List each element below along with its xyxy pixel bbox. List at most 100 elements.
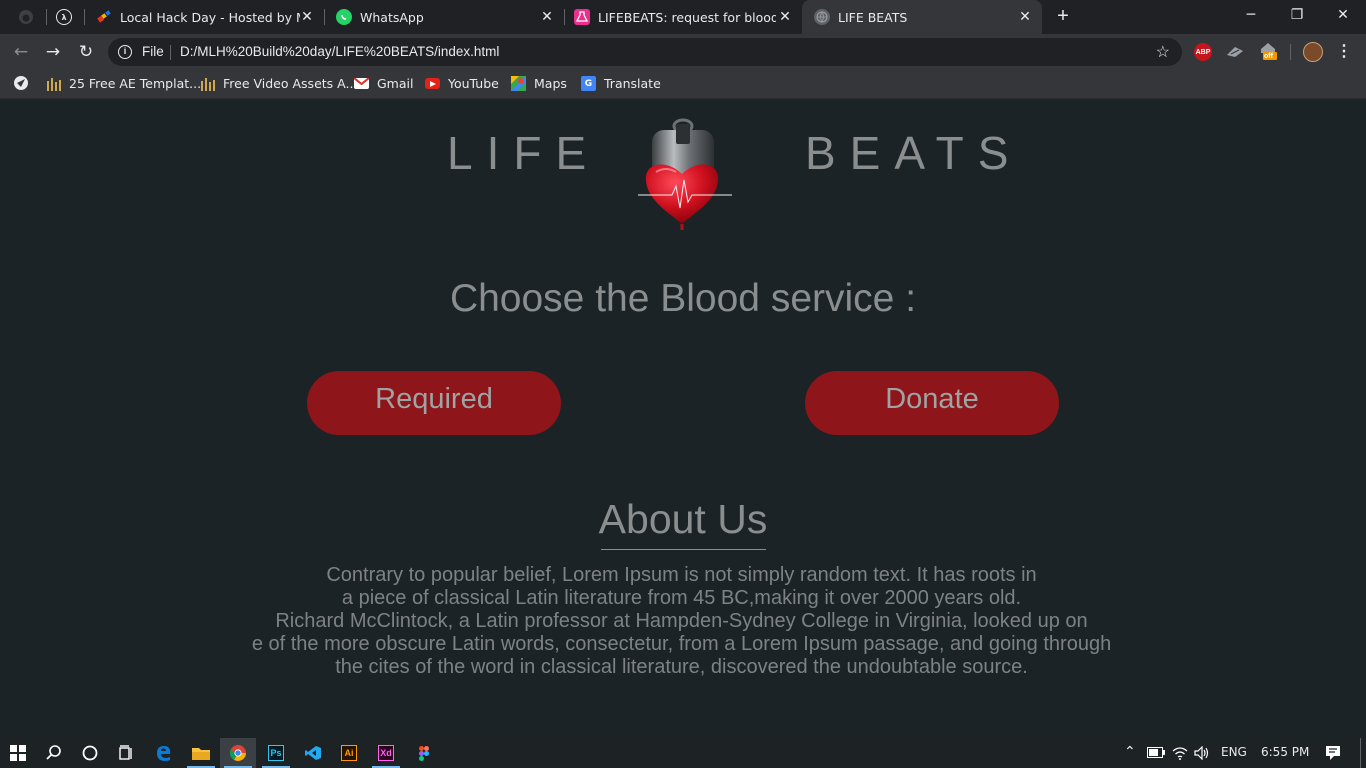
close-icon[interactable]: ✕: [540, 10, 554, 24]
restore-button[interactable]: ❐: [1274, 0, 1320, 30]
chrome-icon[interactable]: [220, 738, 256, 768]
minimize-button[interactable]: ─: [1228, 0, 1274, 30]
blood-bag-heart-logo: [638, 116, 734, 232]
lambda-icon: λ: [56, 9, 72, 25]
bookmark-star-icon[interactable]: ☆: [1156, 42, 1170, 62]
tab-separator: [324, 9, 325, 25]
back-button[interactable]: ←: [10, 41, 32, 63]
wifi-icon[interactable]: [1172, 746, 1188, 763]
reload-button[interactable]: ↻: [75, 41, 97, 63]
tab-title: WhatsApp: [360, 9, 424, 25]
profile-avatar[interactable]: [1303, 42, 1323, 62]
about-line: Richard McClintock, a Latin professor at…: [275, 610, 1088, 632]
bookmark-gmail[interactable]: Gmail: [354, 76, 413, 91]
tab-title: LIFE BEATS: [838, 9, 908, 25]
photoshop-label: Ps: [268, 745, 284, 761]
chevron-up-icon[interactable]: ⌃: [1124, 744, 1136, 760]
address-divider: [170, 45, 171, 60]
tab-github[interactable]: [10, 0, 46, 34]
flask-icon: [574, 9, 590, 25]
browser-toolbar: ← → ↻ i File D:/MLH%20Build%20day/LIFE%2…: [0, 34, 1366, 70]
clock[interactable]: 6:55 PM: [1261, 745, 1309, 759]
bars-icon: [46, 76, 61, 91]
off-badge-label: off: [1264, 53, 1273, 60]
about-underline: [601, 549, 766, 550]
tab-separator: [84, 9, 85, 25]
extension-icon[interactable]: [1226, 43, 1244, 61]
donate-button[interactable]: Donate: [805, 371, 1059, 435]
photoshop-icon[interactable]: Ps: [258, 738, 294, 768]
whatsapp-icon: [336, 9, 352, 25]
youtube-icon: [425, 78, 440, 89]
info-icon[interactable]: i: [118, 45, 132, 59]
volume-icon[interactable]: [1194, 745, 1210, 763]
address-url[interactable]: D:/MLH%20Build%20day/LIFE%20BEATS/index.…: [180, 44, 499, 59]
about-us-title: About Us: [598, 496, 768, 542]
show-desktop-button[interactable]: [1360, 738, 1366, 768]
bookmark-ae-templates[interactable]: 25 Free AE Templat...: [46, 76, 201, 91]
tab-title: LIFEBEATS: request for blood - Ar: [598, 9, 776, 25]
address-bar[interactable]: i File D:/MLH%20Build%20day/LIFE%20BEATS…: [108, 38, 1182, 66]
edge-icon[interactable]: [146, 738, 182, 768]
bookmark-translate[interactable]: G Translate: [581, 76, 661, 91]
tab-whatsapp[interactable]: WhatsApp ✕: [326, 0, 564, 34]
about-line: a piece of classical Latin literature fr…: [341, 587, 1022, 609]
brand-left-word: LIFE: [447, 127, 601, 179]
off-badge-icon[interactable]: off: [1259, 42, 1277, 60]
bookmark-label: YouTube: [448, 76, 499, 91]
tab-life-beats[interactable]: LIFE BEATS ✕: [802, 0, 1042, 34]
tab-lambda[interactable]: λ: [48, 0, 84, 34]
windows-start-icon[interactable]: [0, 738, 36, 768]
mlh-icon: [96, 9, 112, 25]
language-indicator[interactable]: ENG: [1221, 745, 1247, 759]
bars-icon: [200, 76, 215, 91]
figma-icon[interactable]: [406, 738, 442, 768]
bookmark-apps[interactable]: [14, 76, 36, 90]
page-content: LIFE BEATS Choose the Blood service: Re…: [0, 101, 1366, 738]
adblock-icon[interactable]: ABP: [1194, 43, 1212, 61]
gmail-icon: [354, 78, 369, 89]
bookmark-label: Translate: [604, 76, 661, 91]
windows-taskbar: Ps Ai Xd ⌃ ENG 6:55 PM: [0, 738, 1366, 768]
maps-icon: [511, 76, 526, 91]
service-heading: Choose the Blood service :: [449, 277, 917, 320]
tab-title: Local Hack Day - Hosted by MLH: [120, 9, 300, 25]
forward-button[interactable]: →: [42, 41, 64, 63]
translate-icon: G: [581, 76, 596, 91]
vscode-icon[interactable]: [295, 738, 331, 768]
illustrator-label: Ai: [341, 745, 357, 761]
new-tab-button[interactable]: +: [1052, 6, 1074, 28]
bookmark-youtube[interactable]: YouTube: [425, 76, 499, 91]
notifications-icon[interactable]: [1325, 745, 1341, 764]
bookmark-label: 25 Free AE Templat...: [69, 76, 202, 91]
close-icon[interactable]: ✕: [300, 10, 314, 24]
file-explorer-icon[interactable]: [183, 738, 219, 768]
xd-icon[interactable]: Xd: [368, 738, 404, 768]
close-icon[interactable]: ✕: [778, 10, 792, 24]
xd-label: Xd: [378, 745, 394, 761]
about-line: e of the more obscure Latin words, conse…: [251, 633, 1112, 655]
search-icon[interactable]: [36, 738, 72, 768]
tab-lifebeats-request[interactable]: LIFEBEATS: request for blood - Ar ✕: [566, 0, 802, 34]
window-close-button[interactable]: ✕: [1320, 0, 1366, 30]
required-button[interactable]: Required: [307, 371, 561, 435]
tab-separator: [564, 9, 565, 25]
bookmark-video-assets[interactable]: Free Video Assets A...: [200, 76, 357, 91]
illustrator-icon[interactable]: Ai: [331, 738, 367, 768]
about-line: the cites of the word in classical liter…: [335, 656, 1028, 678]
github-icon: [18, 9, 34, 25]
close-icon[interactable]: ✕: [1018, 10, 1032, 24]
task-view-icon[interactable]: [108, 738, 144, 768]
about-paragraph: Contrary to popular belief, Lorem Ipsum …: [0, 564, 1366, 679]
bookmark-label: Maps: [534, 76, 567, 91]
bookmark-label: Gmail: [377, 76, 414, 91]
battery-icon[interactable]: [1147, 747, 1165, 761]
menu-dots-icon[interactable]: ⋮: [1336, 42, 1352, 62]
about-line: Contrary to popular belief, Lorem Ipsum …: [326, 564, 1037, 586]
globe-icon: [814, 9, 830, 25]
bookmarks-bar: 25 Free AE Templat... Free Video Assets …: [0, 70, 1366, 99]
tab-mlh[interactable]: Local Hack Day - Hosted by MLH ✕: [86, 0, 324, 34]
tab-separator: [46, 9, 47, 25]
bookmark-maps[interactable]: Maps: [511, 76, 567, 91]
cortana-icon[interactable]: [72, 738, 108, 768]
